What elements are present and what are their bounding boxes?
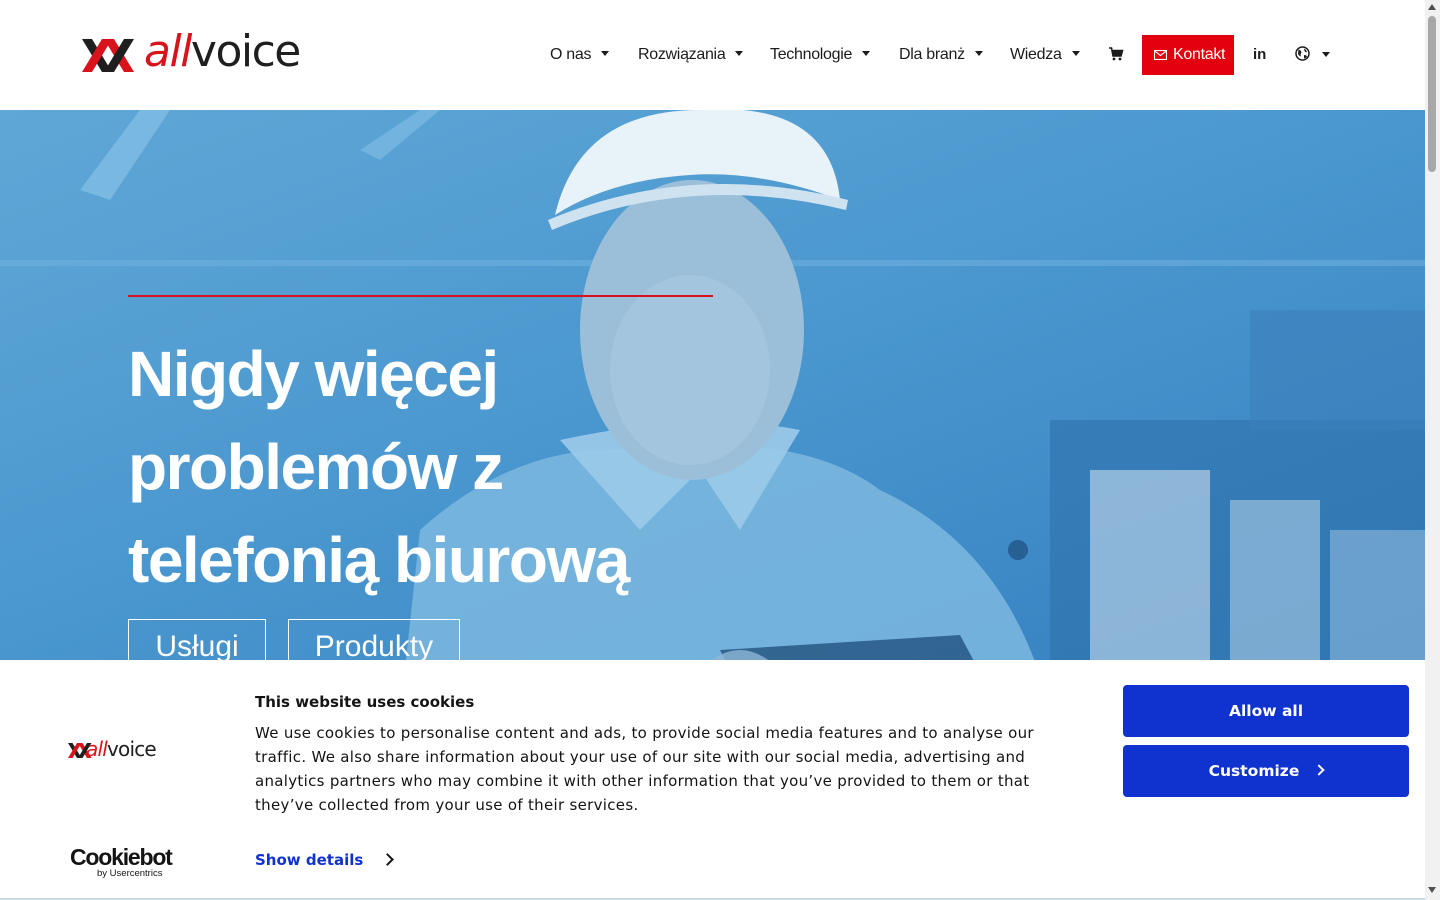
caret-down-icon [1071, 51, 1080, 57]
nav-item-o-nas[interactable]: O nas [550, 44, 610, 66]
nav-item-label: Technologie [770, 46, 853, 63]
scrollbar-thumb[interactable] [1428, 16, 1436, 172]
nav-item-wiedza[interactable]: Wiedza [1010, 44, 1080, 66]
show-details-link[interactable]: Show details [255, 850, 394, 870]
cookie-banner-site-logo: allvoice [68, 737, 178, 761]
caret-down-icon [974, 51, 983, 57]
nav-item-rozwiazania[interactable]: Rozwiązania [638, 44, 744, 66]
caret-down-icon [862, 51, 871, 57]
nav-item-label: O nas [550, 46, 592, 63]
cookiebot-name: Cookiebot [70, 844, 173, 870]
language-caret-icon[interactable] [1322, 52, 1330, 57]
customize-label: Customize [1208, 762, 1300, 780]
mail-icon [1154, 50, 1167, 60]
cookiebot-byline: by Usercentrics [97, 868, 163, 879]
scroll-down-arrow-icon[interactable] [1428, 887, 1436, 893]
site-header: allvoice O nas Rozwiązania Technologie D… [0, 0, 1425, 110]
allow-all-button[interactable]: Allow all [1123, 685, 1409, 737]
allow-all-label: Allow all [1228, 702, 1304, 720]
linkedin-icon[interactable]: in [1253, 44, 1266, 66]
globe-icon[interactable] [1295, 46, 1310, 61]
nav-item-label: Dla branż [899, 46, 965, 63]
page: allvoice O nas Rozwiązania Technologie D… [0, 0, 1425, 900]
nav-item-dla-branz[interactable]: Dla branż [899, 44, 983, 66]
scroll-up-arrow-icon[interactable] [1428, 4, 1436, 10]
caret-down-icon [735, 51, 744, 57]
nav-item-label: Rozwiązania [638, 46, 726, 63]
nav-item-label: Wiedza [1010, 46, 1062, 63]
cookie-banner-text: We use cookies to personalise content an… [255, 724, 1034, 814]
show-details-label: Show details [255, 851, 364, 869]
customize-button[interactable]: Customize [1123, 745, 1409, 797]
caret-down-icon [601, 51, 610, 57]
contact-button-label: Kontakt [1173, 46, 1226, 63]
chevron-right-icon [381, 853, 394, 866]
logo-wordmark: allvoice [86, 737, 157, 761]
nav-item-technologie[interactable]: Technologie [770, 44, 871, 66]
hero-title: Nigdy więcej problemów z telefonią biuro… [128, 338, 630, 596]
hero-accent-line [128, 295, 713, 297]
main-nav: O nas Rozwiązania Technologie Dla branż … [0, 0, 1425, 110]
page-scrollbar[interactable] [1425, 0, 1440, 900]
cart-icon[interactable] [1108, 46, 1124, 62]
cookie-banner: allvoice Cookiebot by Usercentrics This … [0, 660, 1425, 900]
chevron-right-icon [1313, 764, 1326, 776]
cookie-banner-title: This website uses cookies [255, 693, 475, 711]
contact-button[interactable]: Kontakt [1142, 35, 1234, 75]
cookiebot-logo[interactable]: Cookiebot by Usercentrics [70, 844, 180, 879]
